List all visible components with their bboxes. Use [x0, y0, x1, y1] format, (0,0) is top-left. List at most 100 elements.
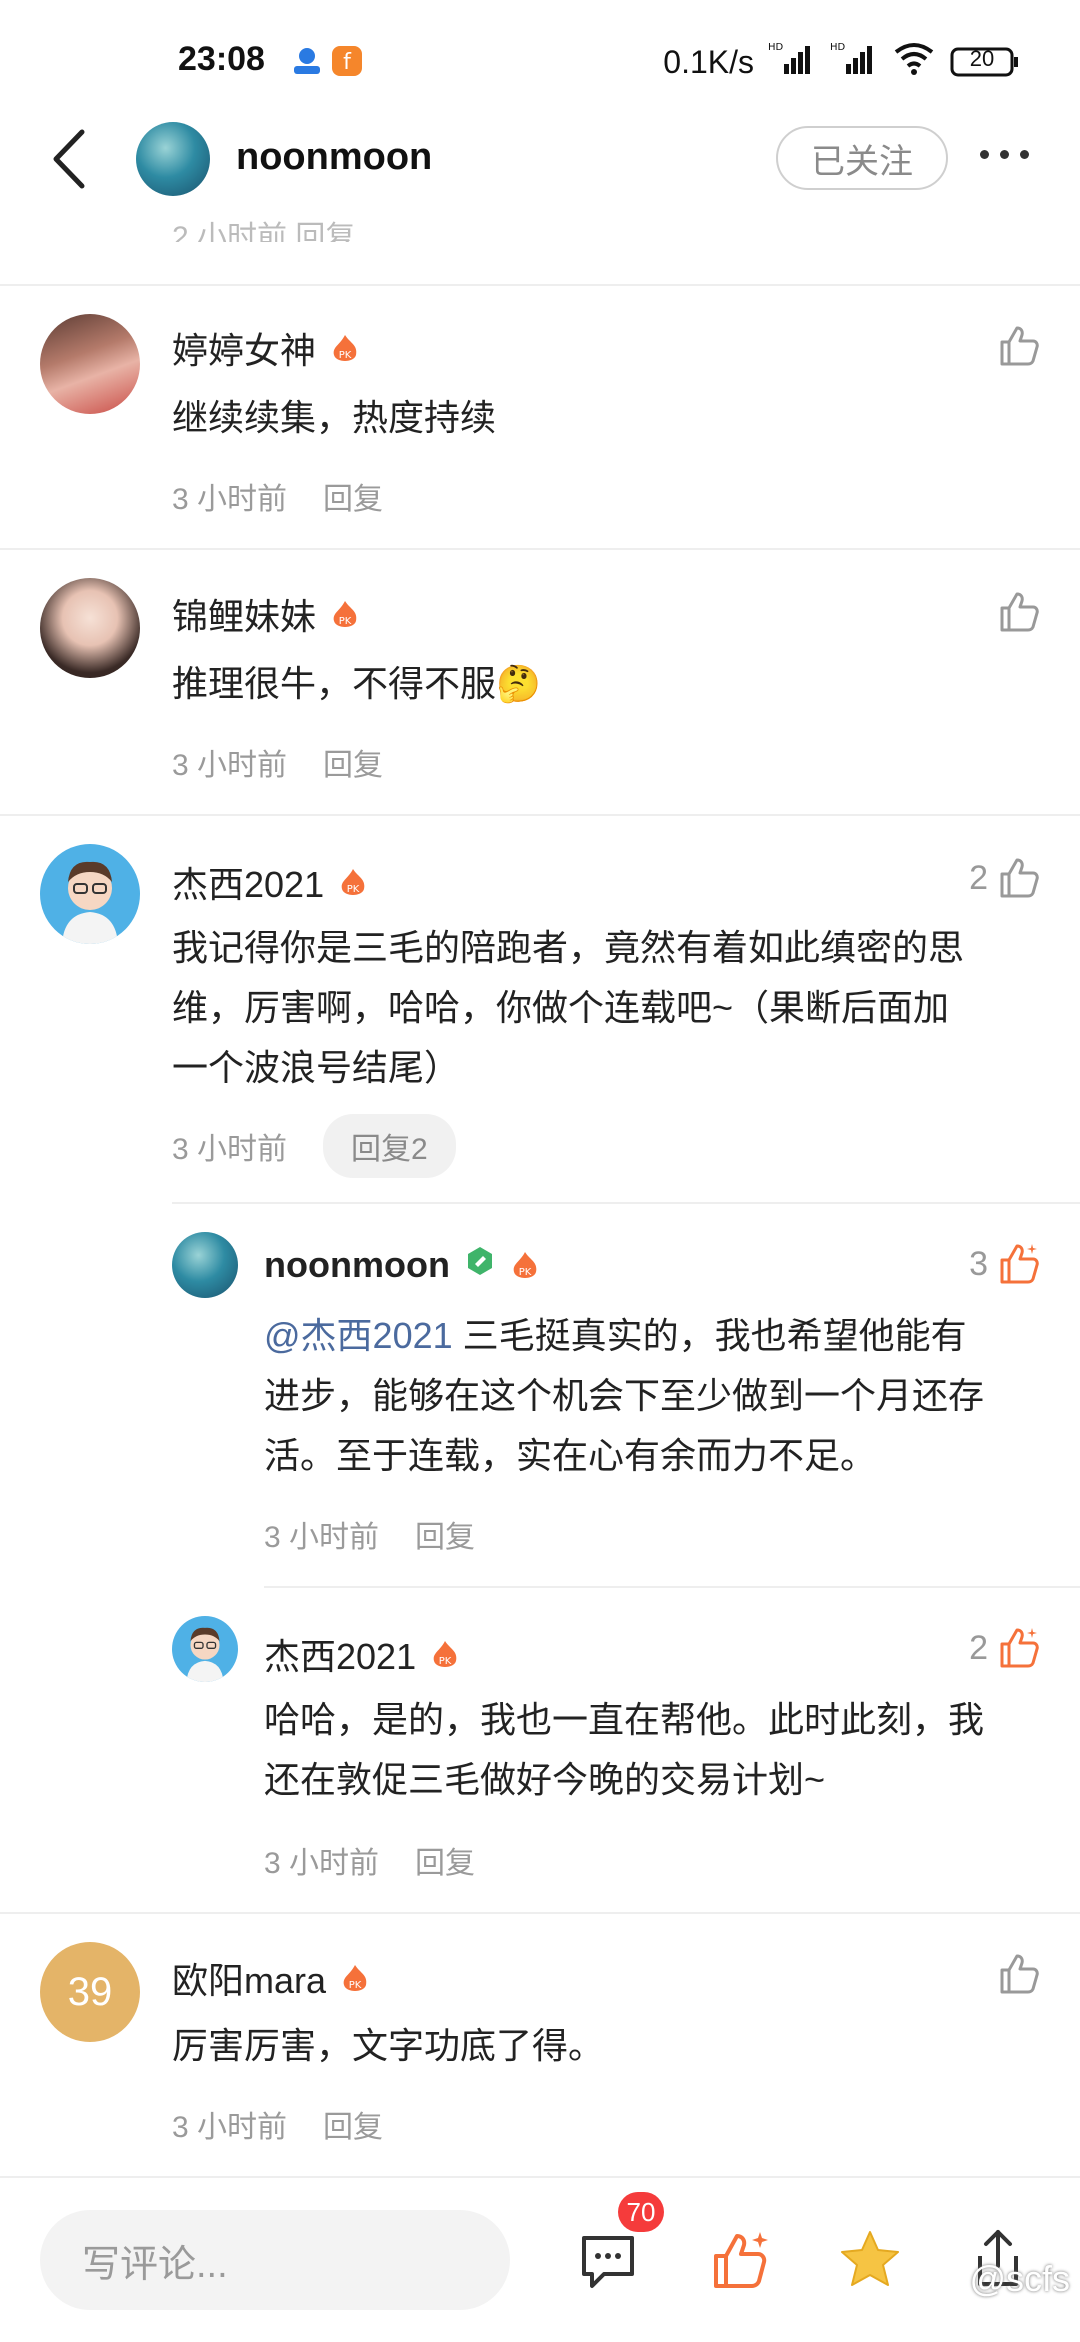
reply-meta: 3 小时前 回复	[264, 1838, 475, 1882]
like-button[interactable]: 2	[969, 856, 1040, 900]
pk-badge-icon: PK	[340, 1962, 370, 1994]
mention-link[interactable]: @杰西2021	[264, 1315, 453, 1356]
battery-level: 20	[969, 46, 995, 71]
comment-text: 推理很牛，不得不服🤔	[172, 663, 541, 704]
comment-meta: 3 小时前 回复2	[172, 1114, 456, 1178]
reply-text: @杰西2021 三毛挺真实的，我也希望他能有 进步，能够在这个机会下至少做到一个…	[264, 1315, 985, 1476]
watermark: @scfs	[969, 2258, 1070, 2299]
comment-meta: 3 小时前 回复	[172, 2102, 383, 2146]
comment-text: 继续续集，热度持续	[172, 397, 497, 438]
svg-text:PK: PK	[347, 884, 360, 895]
reply-time: 3 小时前	[264, 1521, 380, 1554]
reply-text: 哈哈，是的，我也一直在帮他。此时此刻，我 还在敦促三毛做好今晚的交易计划~	[264, 1699, 985, 1800]
comment-meta: 3 小时前 回复	[172, 474, 383, 518]
thumb-up-liked-icon	[1000, 1244, 1039, 1284]
hd-signal-icon-2: HD	[830, 40, 878, 84]
like-button[interactable]	[988, 1952, 1040, 1996]
pk-badge-icon: PK	[510, 1249, 540, 1281]
thumb-up-icon	[714, 2232, 768, 2288]
like-count: 2	[969, 1628, 988, 1667]
chevron-left-icon	[53, 129, 85, 189]
author-name[interactable]: 锦鲤妹妹	[172, 588, 316, 640]
wifi-icon	[892, 40, 936, 84]
like-count: 3	[969, 1244, 988, 1283]
favorite-button[interactable]	[838, 2228, 902, 2297]
comment-input[interactable]: 写评论...	[40, 2210, 510, 2310]
reply-button[interactable]: 回复	[323, 740, 383, 784]
author-avatar[interactable]	[136, 122, 210, 196]
follow-button[interactable]: 已关注	[776, 126, 948, 190]
comment-time: 3 小时前	[172, 483, 288, 516]
thumb-up-icon	[1000, 1954, 1039, 1994]
comment-text: 厉害厉害，文字功底了得。	[172, 2025, 605, 2066]
avatar[interactable]	[40, 314, 140, 414]
avatar[interactable]	[40, 844, 140, 944]
svg-text:f: f	[343, 50, 352, 75]
like-button[interactable]: 2	[969, 1626, 1040, 1670]
comment-author: 杰西2021 PK	[172, 856, 368, 908]
divider	[172, 1202, 1080, 1204]
thumb-up-liked-icon	[1000, 1628, 1039, 1668]
back-button[interactable]	[46, 124, 96, 194]
divider	[0, 548, 1080, 550]
reply-button[interactable]: 回复	[323, 2102, 383, 2146]
like-button[interactable]	[988, 590, 1040, 634]
pk-badge-icon: PK	[338, 866, 368, 898]
reply-button[interactable]: 回复	[323, 474, 383, 518]
author-name[interactable]: 杰西2021	[172, 856, 324, 908]
net-speed: 0.1K/s	[663, 43, 754, 80]
verified-icon	[464, 1244, 496, 1286]
reply-time: 3 小时前	[264, 1847, 380, 1880]
svg-text:HD: HD	[768, 42, 784, 53]
avatar[interactable]	[172, 1232, 238, 1298]
comment-time: 3 小时前	[172, 2111, 288, 2144]
divider	[0, 814, 1080, 816]
svg-text:PK: PK	[439, 1656, 452, 1667]
svg-text:PK: PK	[349, 1980, 362, 1991]
thumb-up-icon	[1000, 326, 1039, 366]
divider	[264, 1586, 1080, 1588]
author-name[interactable]: noonmoon	[264, 1244, 450, 1286]
comment-bubble-icon	[582, 2236, 634, 2288]
comment-author: 婷婷女神 PK	[172, 322, 360, 374]
author-name[interactable]: 杰西2021	[264, 1628, 416, 1680]
battery-icon: 20	[950, 45, 1020, 79]
reply-button[interactable]: 回复	[415, 1512, 475, 1556]
svg-text:PK: PK	[519, 1267, 532, 1278]
view-replies-button[interactable]: 回复2	[323, 1114, 456, 1178]
like-button[interactable]	[988, 324, 1040, 368]
comment-author: 欧阳mara PK	[172, 1952, 370, 2004]
avatar[interactable]: 39	[40, 1942, 140, 2042]
divider	[0, 284, 1080, 286]
svg-text:HD: HD	[830, 42, 846, 53]
comment-count-badge: 70	[618, 2192, 664, 2232]
like-post-button[interactable]	[708, 2230, 772, 2297]
author-name[interactable]: noonmoon	[236, 136, 432, 179]
more-options-icon[interactable]	[980, 150, 1029, 159]
star-icon	[841, 2231, 899, 2286]
author-name[interactable]: 婷婷女神	[172, 322, 316, 374]
comments-button[interactable]	[578, 2230, 642, 2297]
comment-time: 3 小时前	[172, 1133, 288, 1166]
reply-author: 杰西2021 PK	[264, 1628, 460, 1680]
comment-time: 3 小时前	[172, 749, 288, 782]
svg-text:PK: PK	[339, 616, 352, 627]
pk-badge-icon: PK	[330, 332, 360, 364]
hd-signal-icon: HD	[768, 40, 816, 84]
pk-badge-icon: PK	[430, 1638, 460, 1670]
avatar[interactable]	[40, 578, 140, 678]
like-button[interactable]: 3	[969, 1242, 1040, 1286]
app-notification-icon	[290, 44, 324, 83]
divider	[0, 1912, 1080, 1914]
reply-button[interactable]: 回复	[415, 1838, 475, 1882]
thumb-up-icon	[1000, 858, 1039, 898]
comment-text: 我记得你是三毛的陪跑者，竟然有着如此缜密的思 维，厉害啊，哈哈，你做个连载吧~（…	[172, 927, 965, 1088]
author-name[interactable]: 欧阳mara	[172, 1952, 326, 2004]
reply-meta: 3 小时前 回复	[264, 1512, 475, 1556]
previous-comment-meta: 2 小时前 回复	[172, 221, 356, 242]
app-notification-icon-2: f	[330, 44, 364, 83]
comment-meta: 3 小时前 回复	[172, 740, 383, 784]
avatar[interactable]	[172, 1616, 238, 1682]
like-count: 2	[969, 858, 988, 897]
svg-text:PK: PK	[339, 350, 352, 361]
